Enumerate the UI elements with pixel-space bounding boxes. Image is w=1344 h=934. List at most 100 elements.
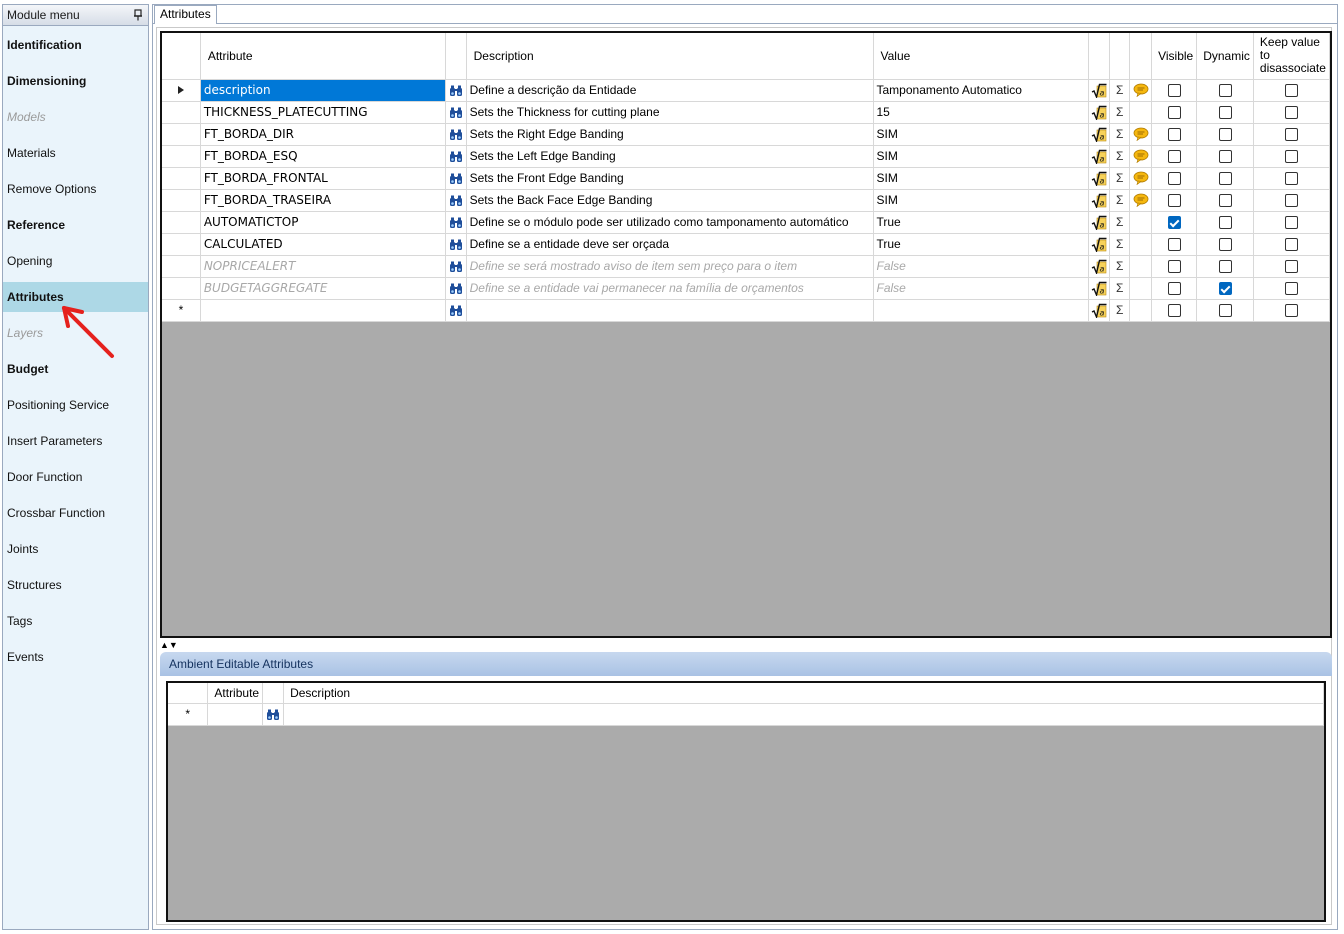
visible-checkbox[interactable]	[1167, 150, 1181, 164]
formula-icon[interactable]: a	[1088, 79, 1110, 102]
binoculars-icon[interactable]	[445, 167, 467, 190]
new-value-cell[interactable]	[873, 299, 1090, 322]
comment-cell[interactable]	[1129, 299, 1153, 322]
table-row[interactable]: BUDGETAGGREGATE Define se a entidade vai …	[162, 277, 1330, 300]
attribute-cell[interactable]: THICKNESS_PLATECUTTING	[200, 101, 446, 124]
visible-cell[interactable]	[1151, 277, 1198, 300]
row-header[interactable]	[162, 101, 201, 124]
attribute-cell[interactable]: AUTOMATICTOP	[200, 211, 446, 234]
dynamic-checkbox[interactable]	[1218, 106, 1232, 120]
binoculars-icon[interactable]	[445, 211, 467, 234]
comment-icon[interactable]	[1129, 79, 1153, 102]
keep-value-checkbox[interactable]	[1284, 304, 1298, 318]
binoculars-icon[interactable]	[445, 101, 467, 124]
keep-value-cell[interactable]	[1253, 211, 1330, 234]
row-header[interactable]	[162, 189, 201, 212]
sum-icon[interactable]: Σ	[1109, 123, 1131, 146]
sum-icon[interactable]: Σ	[1109, 277, 1131, 300]
menu-item-reference[interactable]: Reference	[3, 210, 148, 240]
new-row[interactable]: * a Σ	[162, 299, 1330, 322]
row-header[interactable]	[162, 167, 201, 190]
visible-cell[interactable]	[1151, 79, 1198, 102]
sum-icon[interactable]: Σ	[1109, 79, 1131, 102]
description-cell[interactable]: Sets the Thickness for cutting plane	[466, 101, 874, 124]
new-attribute-cell[interactable]	[200, 299, 446, 322]
value-cell[interactable]: SIM	[873, 167, 1090, 190]
row-header[interactable]	[162, 145, 201, 168]
description-cell[interactable]: Sets the Right Edge Banding	[466, 123, 874, 146]
menu-item-door-function[interactable]: Door Function	[3, 462, 148, 492]
menu-item-positioning-service[interactable]: Positioning Service	[3, 390, 148, 420]
binoculars-icon[interactable]	[445, 189, 467, 212]
table-row[interactable]: AUTOMATICTOP Define se o módulo pode ser …	[162, 211, 1330, 234]
ambient-column-header-attribute[interactable]: Attribute	[207, 683, 264, 704]
ambient-new-description-cell[interactable]	[283, 703, 1324, 726]
column-header-description[interactable]: Description	[466, 33, 874, 80]
dynamic-checkbox[interactable]	[1218, 150, 1232, 164]
dynamic-checkbox[interactable]	[1218, 260, 1232, 274]
binoculars-icon[interactable]	[445, 79, 467, 102]
pin-icon[interactable]	[132, 9, 144, 21]
visible-checkbox[interactable]	[1167, 84, 1181, 98]
keep-value-checkbox[interactable]	[1284, 216, 1298, 230]
keep-value-checkbox[interactable]	[1284, 238, 1298, 252]
dynamic-checkbox[interactable]	[1218, 194, 1232, 208]
formula-icon[interactable]: a	[1088, 123, 1110, 146]
comment-icon[interactable]	[1129, 189, 1153, 212]
description-cell[interactable]: Define se o módulo pode ser utilizado co…	[466, 211, 874, 234]
keep-value-checkbox[interactable]	[1284, 260, 1298, 274]
sum-icon[interactable]: Σ	[1109, 211, 1131, 234]
visible-cell[interactable]	[1151, 255, 1198, 278]
menu-item-models[interactable]: Models	[3, 102, 148, 132]
keep-value-checkbox[interactable]	[1284, 84, 1298, 98]
description-cell[interactable]: Sets the Back Face Edge Banding	[466, 189, 874, 212]
row-header[interactable]	[162, 211, 201, 234]
value-cell[interactable]: SIM	[873, 123, 1090, 146]
comment-icon[interactable]	[1129, 233, 1153, 256]
column-header-visible[interactable]: Visible	[1151, 33, 1198, 80]
binoculars-icon[interactable]	[445, 299, 467, 322]
value-cell[interactable]: SIM	[873, 189, 1090, 212]
table-row[interactable]: THICKNESS_PLATECUTTING Sets the Thickness…	[162, 101, 1330, 124]
keep-value-checkbox[interactable]	[1284, 150, 1298, 164]
binoculars-icon[interactable]	[445, 255, 467, 278]
keep-value-cell[interactable]	[1253, 233, 1330, 256]
table-row[interactable]: NOPRICEALERT Define se será mostrado avis…	[162, 255, 1330, 278]
attribute-cell[interactable]: FT_BORDA_TRASEIRA	[200, 189, 446, 212]
attribute-cell[interactable]: BUDGETAGGREGATE	[200, 277, 446, 300]
sum-icon[interactable]: Σ	[1109, 233, 1131, 256]
comment-icon[interactable]	[1129, 211, 1153, 234]
visible-checkbox[interactable]	[1167, 128, 1181, 142]
ambient-column-header-description[interactable]: Description	[283, 683, 1324, 704]
comment-icon[interactable]	[1129, 101, 1153, 124]
description-cell[interactable]: Define se a entidade vai permanecer na f…	[466, 277, 874, 300]
keep-value-cell[interactable]	[1253, 299, 1330, 322]
row-header[interactable]	[162, 123, 201, 146]
description-cell[interactable]: Sets the Front Edge Banding	[466, 167, 874, 190]
formula-icon[interactable]: a	[1088, 211, 1110, 234]
keep-value-cell[interactable]	[1253, 189, 1330, 212]
menu-item-structures[interactable]: Structures	[3, 570, 148, 600]
table-row[interactable]: FT_BORDA_TRASEIRA Sets the Back Face Edge…	[162, 189, 1330, 212]
comment-icon[interactable]	[1129, 145, 1153, 168]
formula-icon[interactable]: a	[1088, 255, 1110, 278]
description-cell[interactable]: Define se será mostrado aviso de item se…	[466, 255, 874, 278]
sum-icon[interactable]: Σ	[1109, 101, 1131, 124]
menu-item-insert-parameters[interactable]: Insert Parameters	[3, 426, 148, 456]
table-row[interactable]: FT_BORDA_FRONTAL Sets the Front Edge Band…	[162, 167, 1330, 190]
value-cell[interactable]: True	[873, 233, 1090, 256]
ambient-new-attribute-cell[interactable]	[207, 703, 264, 726]
formula-icon[interactable]: a	[1088, 233, 1110, 256]
column-header-value[interactable]: Value	[873, 33, 1090, 80]
tab-attributes[interactable]: Attributes	[154, 5, 217, 24]
table-row[interactable]: FT_BORDA_DIR Sets the Right Edge Banding S…	[162, 123, 1330, 146]
formula-icon[interactable]: a	[1088, 189, 1110, 212]
keep-value-checkbox[interactable]	[1284, 172, 1298, 186]
menu-item-crossbar-function[interactable]: Crossbar Function	[3, 498, 148, 528]
visible-checkbox[interactable]	[1167, 304, 1181, 318]
value-cell[interactable]: 15	[873, 101, 1090, 124]
value-cell[interactable]: SIM	[873, 145, 1090, 168]
formula-icon[interactable]: a	[1088, 277, 1110, 300]
menu-item-events[interactable]: Events	[3, 642, 148, 672]
dynamic-cell[interactable]	[1196, 189, 1254, 212]
